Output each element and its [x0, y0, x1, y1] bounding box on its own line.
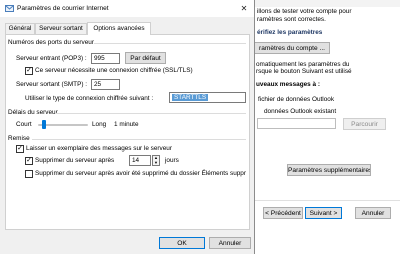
bg-new-messages-heading: uveaux messages à : [256, 81, 320, 88]
dialog-title-bar: Paramètres de courrier Internet ✕ [0, 0, 254, 17]
bg-text-line3: érifiez les paramètres [257, 29, 323, 36]
delivery-section-title: Remise [8, 135, 30, 142]
next-button[interactable]: Suivant > [305, 207, 342, 219]
timeout-short-label: Court [16, 121, 32, 128]
timeout-long-label: Long [92, 121, 107, 128]
delivery-section-divider [32, 139, 246, 140]
previous-button[interactable]: < Précédent [263, 207, 303, 219]
timeout-value: 1 minute [114, 121, 139, 128]
tab-general[interactable]: Général [5, 23, 35, 34]
dialog-title: Paramètres de courrier Internet [17, 5, 109, 12]
remove-after-check-mark: ✓ [26, 157, 32, 164]
remove-after-label: Supprimer du serveur après [35, 157, 115, 164]
bg-text-line2: ramètres sont correctes. [257, 16, 326, 23]
bg-existing-data-file: données Outlook existant [264, 108, 337, 115]
bg-text-line1: illons de tester votre compte pour [257, 8, 352, 15]
tab-outgoing-server[interactable]: Serveur sortant [35, 23, 87, 34]
more-settings-button[interactable]: Paramètres supplémentaires... [287, 164, 371, 176]
ok-button[interactable]: OK [159, 237, 205, 249]
timeout-section-divider [56, 113, 246, 114]
timeout-section-title: Délais du serveur [8, 109, 58, 116]
encryption-type-value: STARTTLS [172, 94, 209, 101]
remove-after-days-input[interactable]: 14 [129, 155, 151, 166]
data-file-path-input[interactable] [257, 118, 336, 129]
days-spinner[interactable]: ▲ ▼ [152, 155, 160, 166]
bg-new-data-file: fichier de données Outlook [258, 96, 335, 103]
browse-button[interactable]: Parcourir [343, 118, 386, 130]
tab-panel: Numéros des ports du serveur Serveur ent… [5, 34, 250, 230]
days-label: jours [165, 157, 179, 164]
outgoing-port-input[interactable]: 25 [91, 79, 120, 90]
timeout-slider-thumb[interactable] [42, 120, 46, 129]
account-settings-button[interactable]: ramètres du compte ... [254, 42, 330, 54]
ports-section-divider [94, 43, 246, 44]
encryption-type-select[interactable]: STARTTLS [169, 92, 246, 103]
tab-advanced-options[interactable]: Options avancées [87, 22, 151, 35]
ssl-check-mark: ✓ [26, 67, 32, 74]
ssl-checkbox-label: Ce serveur nécessite une connexion chiff… [35, 67, 193, 74]
internet-mail-settings-dialog: Paramètres de courrier Internet ✕ Généra… [0, 0, 255, 254]
remove-deleted-label: Supprimer du serveur après avoir été sup… [35, 170, 246, 177]
tab-strip: Général Serveur sortant Options avancées [5, 22, 250, 35]
ssl-checkbox[interactable]: ✓ [25, 67, 33, 75]
remove-deleted-checkbox[interactable] [25, 170, 33, 178]
outgoing-server-label: Serveur sortant (SMTP) : [16, 81, 88, 88]
background-header-band [255, 0, 400, 7]
incoming-port-input[interactable]: 995 [91, 53, 120, 64]
cancel-button[interactable]: Annuler [209, 237, 251, 249]
leave-copy-check-mark: ✓ [17, 145, 23, 152]
leave-copy-label: Laisser un exemplaire des messages sur l… [26, 145, 172, 152]
background-bottom-divider [255, 200, 400, 201]
mail-icon [5, 5, 14, 12]
spin-down-icon[interactable]: ▼ [153, 161, 159, 165]
remove-after-checkbox[interactable]: ✓ [25, 157, 33, 165]
default-ports-button[interactable]: Par défaut [125, 52, 166, 64]
leave-copy-checkbox[interactable]: ✓ [16, 145, 24, 153]
background-cancel-button[interactable]: Annuler [355, 207, 391, 219]
ports-section-title: Numéros des ports du serveur [8, 39, 94, 46]
bg-auto-test-line2: rsque le bouton Suivant est utilisé [256, 68, 352, 75]
dialog-close-icon[interactable]: ✕ [237, 3, 251, 14]
incoming-server-label: Serveur entrant (POP3) : [16, 55, 87, 62]
encryption-type-label: Utiliser le type de connexion chiffrée s… [25, 95, 154, 102]
